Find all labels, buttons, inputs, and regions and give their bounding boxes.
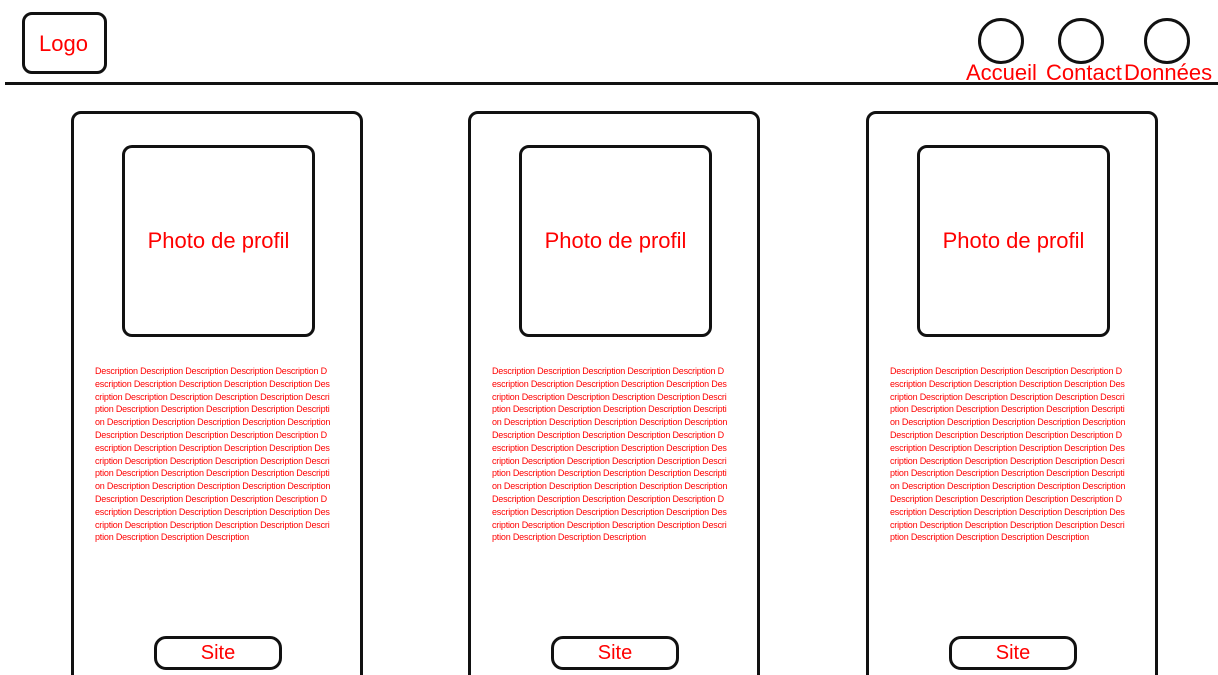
profile-description: Description Description Description Desc…: [890, 366, 1126, 543]
nav-item-donnees[interactable]: Données: [1124, 18, 1216, 85]
site-button[interactable]: Site: [949, 636, 1077, 670]
profile-card: Photo de profil Description Description …: [468, 111, 760, 675]
profile-photo: Photo de profil: [519, 145, 712, 337]
profile-description: Description Description Description Desc…: [492, 366, 728, 543]
profile-photo: Photo de profil: [122, 145, 315, 337]
site-button[interactable]: Site: [154, 636, 282, 670]
accueil-icon: [978, 18, 1024, 64]
header-divider: [5, 82, 1218, 85]
profile-card: Photo de profil Description Description …: [866, 111, 1158, 675]
contact-icon: [1058, 18, 1104, 64]
nav-item-accueil[interactable]: Accueil: [966, 18, 1046, 85]
site-button[interactable]: Site: [551, 636, 679, 670]
profile-card: Photo de profil Description Description …: [71, 111, 363, 675]
donnees-icon: [1144, 18, 1190, 64]
nav-item-contact[interactable]: Contact: [1046, 18, 1126, 85]
logo[interactable]: Logo: [22, 12, 107, 74]
profile-photo: Photo de profil: [917, 145, 1110, 337]
profile-description: Description Description Description Desc…: [95, 366, 331, 543]
